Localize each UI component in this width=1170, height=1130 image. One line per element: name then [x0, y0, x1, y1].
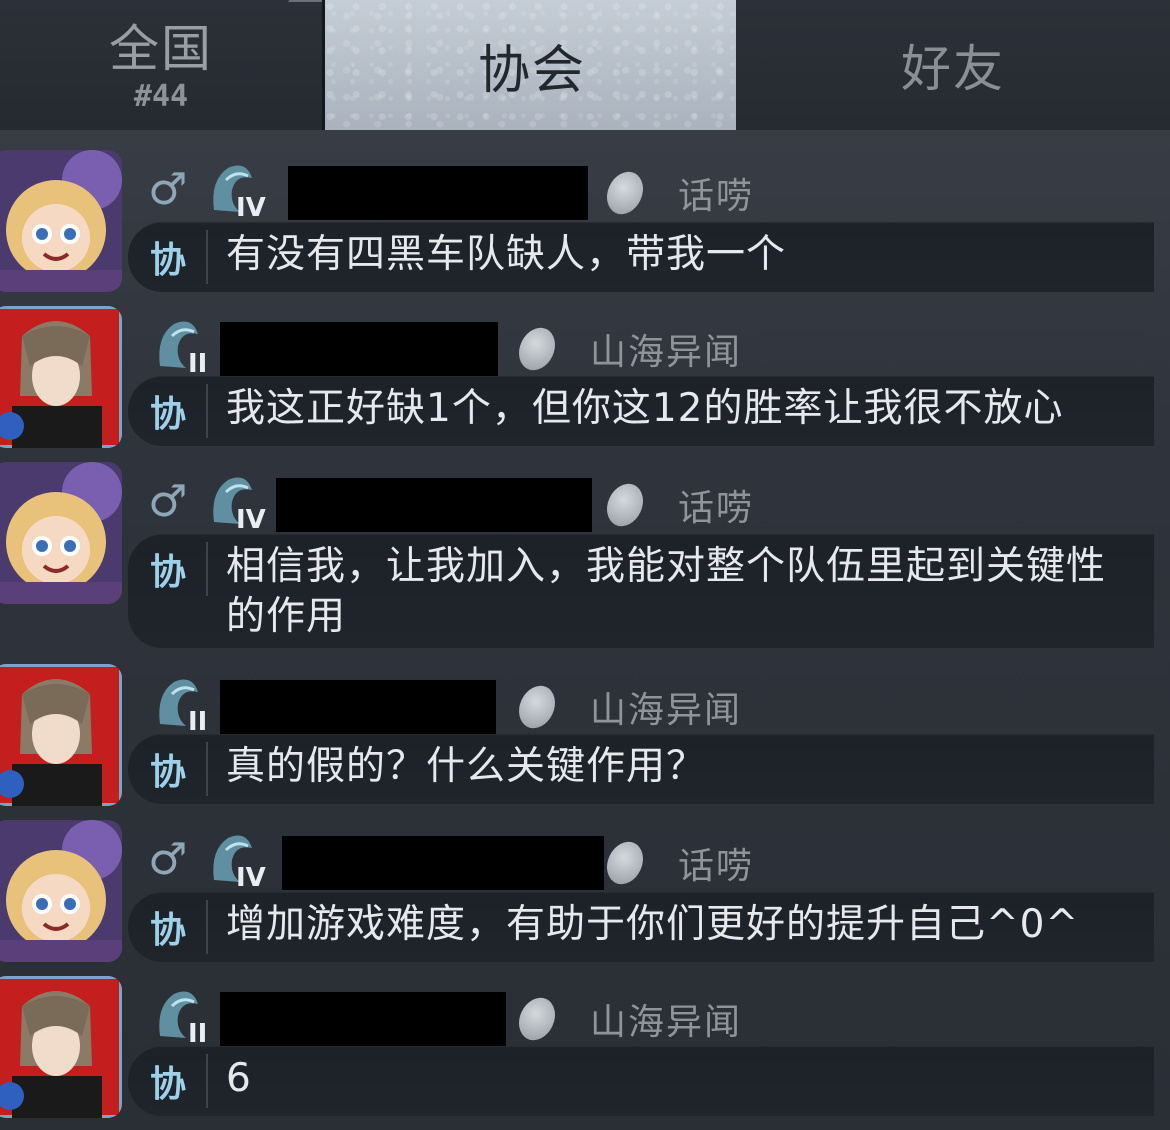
dark-hair-red-avatar[interactable]	[0, 976, 122, 1118]
player-title-text: 话唠	[678, 846, 755, 887]
message-text: 真的假的？什么关键作用？	[226, 744, 707, 789]
chat-list[interactable]: ♂ IV 话唠 协 有没有四黑车队缺人，带我一个 II 山海异闻 协 我这正好缺…	[0, 130, 1170, 1130]
chat-message: II 山海异闻 协 真的假的？什么关键作用？	[0, 664, 1170, 814]
tab-friends[interactable]: 好友	[736, 0, 1170, 130]
redacted-username	[220, 680, 496, 734]
sender-row: ♂ IV 话唠	[148, 160, 1148, 221]
sender-row: II 山海异闻	[148, 674, 1148, 735]
channel-tag: 协	[150, 910, 187, 951]
player-title: 山海异闻	[512, 991, 743, 1047]
redacted-username	[220, 992, 506, 1046]
male-gender-icon: ♂	[148, 476, 188, 527]
divider	[206, 1054, 208, 1108]
rank-badge-icon: IV	[213, 835, 266, 890]
player-title-text: 话唠	[678, 176, 755, 217]
message-text: 我这正好缺1个，但你这12的胜率让我很不放心	[226, 386, 1064, 431]
tab-association-label: 协会	[477, 40, 586, 101]
sender-row: II 山海异闻	[148, 986, 1148, 1047]
chibi-gold-hair-avatar[interactable]	[0, 820, 122, 962]
sender-row: ♂ IV 话唠	[148, 472, 1148, 533]
redacted-username	[288, 166, 588, 220]
divider	[206, 900, 208, 954]
sender-row: II 山海异闻	[148, 316, 1148, 377]
tab-association[interactable]: 协会	[322, 0, 742, 130]
rank-tier: II	[188, 349, 207, 376]
male-gender-icon: ♂	[148, 164, 188, 215]
player-title: 山海异闻	[512, 321, 743, 377]
channel-tag: 协	[150, 1064, 187, 1105]
rank-tier: II	[188, 1019, 207, 1046]
redacted-username	[276, 478, 592, 532]
rank-tier: IV	[236, 193, 266, 220]
message-bubble[interactable]: 协 相信我，让我加入，我能对整个队伍里起到关键性的作用	[128, 534, 1154, 648]
message-bubble[interactable]: 协 真的假的？什么关键作用？	[128, 734, 1154, 804]
national-rank: #44	[133, 78, 189, 114]
title-gem-icon	[600, 165, 650, 221]
channel-tabs: 全国 #44 协会 好友	[0, 0, 1170, 130]
player-title: 话唠	[600, 835, 755, 891]
divider	[206, 542, 208, 596]
message-bubble[interactable]: 协 增加游戏难度，有助于你们更好的提升自己^0^	[128, 892, 1154, 962]
message-text: 增加游戏难度，有助于你们更好的提升自己^0^	[226, 902, 1080, 947]
rank-tier: IV	[236, 863, 266, 890]
player-title: 山海异闻	[512, 679, 743, 735]
rank-badge-icon: IV	[213, 165, 266, 220]
chat-message: ♂ IV 话唠 协 增加游戏难度，有助于你们更好的提升自己^0^	[0, 820, 1170, 970]
title-gem-icon	[600, 477, 650, 533]
divider	[206, 742, 208, 796]
title-gem-icon	[512, 991, 562, 1047]
channel-tag: 协	[150, 240, 187, 281]
redacted-username	[282, 836, 604, 890]
message-text: 6	[226, 1056, 252, 1101]
chat-message: II 山海异闻 协 我这正好缺1个，但你这12的胜率让我很不放心	[0, 306, 1170, 456]
chat-message: ♂ IV 话唠 协 相信我，让我加入，我能对整个队伍里起到关键性的作用	[0, 462, 1170, 652]
dark-hair-red-avatar[interactable]	[0, 306, 122, 448]
player-title-text: 山海异闻	[590, 332, 743, 373]
divider	[206, 384, 208, 438]
rank-badge-icon: II	[159, 679, 207, 734]
message-text: 有没有四黑车队缺人，带我一个	[226, 232, 787, 277]
divider	[206, 230, 208, 284]
player-title: 话唠	[600, 165, 755, 221]
channel-tag: 协	[150, 752, 187, 793]
player-title-text: 山海异闻	[590, 1002, 743, 1043]
rank-tier: II	[188, 707, 207, 734]
rank-badge-icon: IV	[213, 477, 266, 532]
message-bubble[interactable]: 协 有没有四黑车队缺人，带我一个	[128, 222, 1154, 292]
channel-tag: 协	[150, 552, 187, 593]
title-gem-icon	[512, 679, 562, 735]
sender-row: ♂ IV 话唠	[148, 830, 1148, 891]
player-title-text: 话唠	[678, 488, 755, 529]
rank-tier: IV	[236, 505, 266, 532]
chat-message: II 山海异闻 协 6	[0, 976, 1170, 1126]
tab-national-label: 全国	[109, 19, 213, 78]
message-text: 相信我，让我加入，我能对整个队伍里起到关键性的作用	[226, 544, 1107, 639]
channel-tag: 协	[150, 394, 187, 435]
rank-badge-icon: II	[159, 991, 207, 1046]
player-title-text: 山海异闻	[590, 690, 743, 731]
tab-friends-label: 好友	[901, 40, 1005, 98]
message-bubble[interactable]: 协 我这正好缺1个，但你这12的胜率让我很不放心	[128, 376, 1154, 446]
title-gem-icon	[512, 321, 562, 377]
rank-badge-icon: II	[159, 321, 207, 376]
tab-national[interactable]: 全国 #44	[0, 0, 322, 130]
message-bubble[interactable]: 协 6	[128, 1046, 1154, 1116]
redacted-username	[220, 322, 498, 376]
male-gender-icon: ♂	[148, 834, 188, 885]
player-title: 话唠	[600, 477, 755, 533]
chat-message: ♂ IV 话唠 协 有没有四黑车队缺人，带我一个	[0, 150, 1170, 300]
chibi-gold-hair-avatar[interactable]	[0, 150, 122, 292]
dark-hair-red-avatar[interactable]	[0, 664, 122, 806]
title-gem-icon	[600, 835, 650, 891]
chibi-gold-hair-avatar[interactable]	[0, 462, 122, 604]
